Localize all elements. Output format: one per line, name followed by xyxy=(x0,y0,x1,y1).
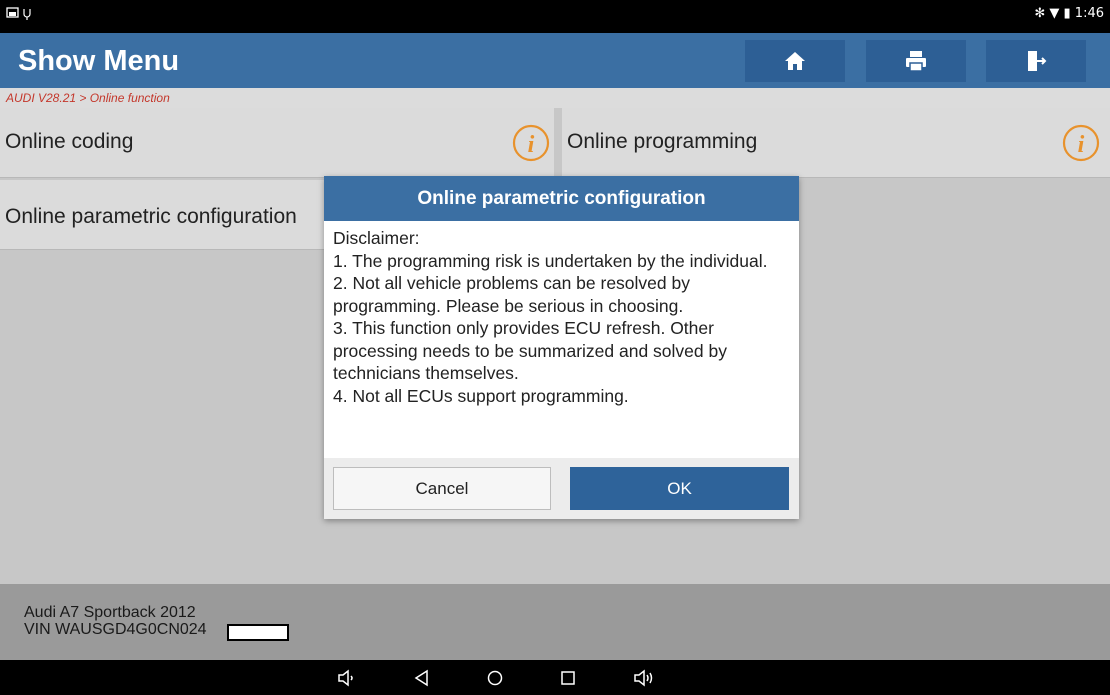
vin-redaction xyxy=(227,624,289,641)
disclaimer-dialog: Online parametric configuration Disclaim… xyxy=(324,176,799,519)
notification-icons xyxy=(6,6,36,23)
print-button[interactable] xyxy=(866,40,966,82)
exit-icon xyxy=(1028,51,1047,71)
home-nav-icon[interactable] xyxy=(484,667,506,689)
print-icon xyxy=(906,51,926,72)
volume-down-icon[interactable] xyxy=(336,667,358,689)
info-icon[interactable]: i xyxy=(1062,124,1100,162)
info-icon[interactable]: i xyxy=(512,124,550,162)
volume-up-icon[interactable] xyxy=(633,667,655,689)
page-title: Show Menu xyxy=(18,45,180,77)
ok-button[interactable]: OK xyxy=(570,467,789,510)
bluetooth-icon: ✻ xyxy=(1034,6,1046,21)
vehicle-info-footer: Audi A7 Sportback 2012 VIN WAUSGD4G0CN02… xyxy=(0,584,1110,660)
vehicle-vin: VIN WAUSGD4G0CN024 xyxy=(24,621,207,638)
clock: 1:46 xyxy=(1074,6,1104,21)
title-bar: Show Menu xyxy=(0,33,1110,88)
home-icon xyxy=(785,52,805,70)
recent-apps-icon[interactable] xyxy=(557,667,579,689)
screenshot-icon xyxy=(6,7,31,20)
exit-button[interactable] xyxy=(986,40,1086,82)
svg-text:i: i xyxy=(528,132,535,158)
menu-item-label: Online programming xyxy=(567,130,758,153)
menu-item-label: Online parametric configuration xyxy=(5,205,297,228)
menu-item-label: Online coding xyxy=(5,130,134,153)
svg-text:i: i xyxy=(1078,132,1085,158)
back-icon[interactable] xyxy=(411,667,433,689)
home-button[interactable] xyxy=(745,40,845,82)
wifi-icon: ▼ xyxy=(1049,6,1060,21)
navigation-bar xyxy=(0,660,1110,695)
menu-item-online-programming[interactable]: Online programming i xyxy=(562,108,1110,178)
cancel-button[interactable]: Cancel xyxy=(333,467,551,510)
dialog-button-bar: Cancel OK xyxy=(324,458,799,519)
status-bar: ✻ ▼ ▮ 1:46 xyxy=(0,0,1110,33)
breadcrumb: AUDI V28.21 > Online function xyxy=(0,88,1110,108)
system-indicators: ✻ ▼ ▮ 1:46 xyxy=(1034,6,1104,21)
menu-item-online-coding[interactable]: Online coding i xyxy=(0,108,554,178)
dialog-title: Online parametric configuration xyxy=(324,176,799,221)
dialog-message: Disclaimer: 1. The programming risk is u… xyxy=(333,228,768,406)
battery-icon: ▮ xyxy=(1063,6,1071,21)
vehicle-model: Audi A7 Sportback 2012 xyxy=(24,604,196,621)
